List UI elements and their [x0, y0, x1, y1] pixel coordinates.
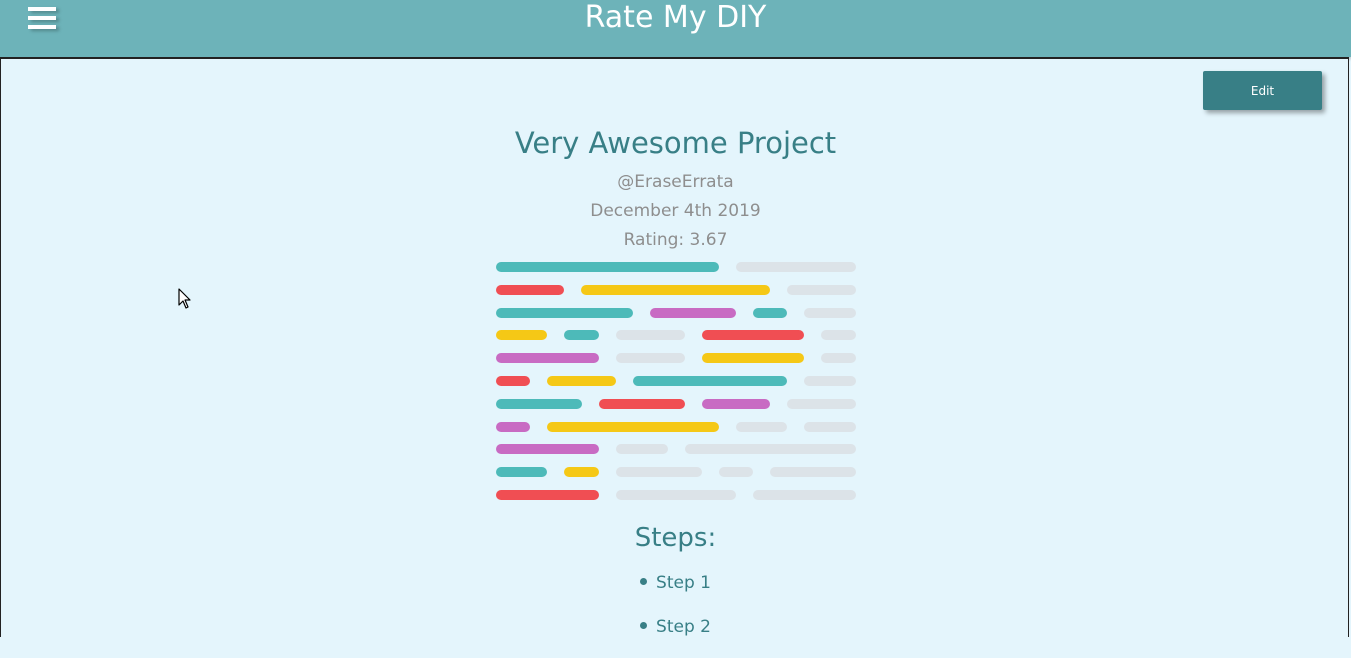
project-title: Very Awesome Project [514, 126, 837, 160]
app-header: Rate My DIY [0, 0, 1351, 57]
project-rating: Rating: 3.67 [623, 230, 728, 250]
list-item: Step 1 [0, 570, 1351, 596]
project-author: @EraseErrata [617, 172, 734, 192]
edit-button[interactable]: Edit [1203, 71, 1322, 110]
project-date: December 4th 2019 [590, 201, 761, 221]
app-title: Rate My DIY [584, 0, 767, 35]
steps-list: Step 1 Step 2 [0, 570, 1351, 658]
steps-heading: Steps: [634, 523, 717, 553]
project-image [496, 262, 856, 500]
list-item: Step 2 [0, 614, 1351, 640]
mouse-cursor-icon [178, 288, 191, 309]
